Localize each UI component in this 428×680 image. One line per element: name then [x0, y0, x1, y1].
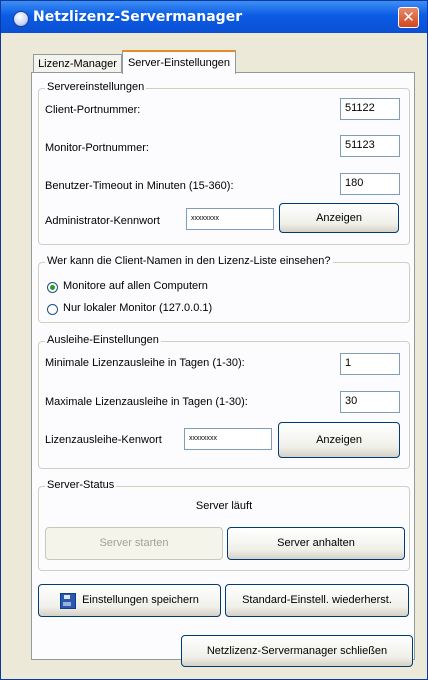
window-title: Netzlizenz-Servermanager — [33, 9, 243, 25]
radio-all-computers[interactable] — [47, 282, 58, 293]
loan-password-input[interactable]: xxxxxxxx — [184, 428, 272, 450]
client-names-legend: Wer kann die Client-Namen in den Lizenz-… — [45, 255, 333, 267]
server-status-text: Server läuft — [195, 500, 253, 512]
server-start-button[interactable]: Server starten — [45, 527, 223, 560]
loan-max-input[interactable]: 30 — [340, 391, 400, 413]
save-settings-button[interactable]: Einstellungen speichern — [38, 584, 221, 617]
timeout-input[interactable]: 180 — [340, 173, 400, 195]
tab-panel-server-einstellungen: Servereinstellungen Client-Portnummer: 5… — [31, 72, 415, 660]
close-icon[interactable]: ✕ — [398, 7, 419, 28]
admin-password-label: Administrator-Kennwort — [45, 215, 160, 227]
loan-password-show-button[interactable]: Anzeigen — [278, 422, 400, 458]
title-bar[interactable]: Netzlizenz-Servermanager ✕ — [1, 1, 427, 33]
radio-all-computers-label[interactable]: Monitore auf allen Computern — [63, 280, 208, 292]
client-port-label: Client-Portnummer: — [45, 104, 141, 116]
server-status-legend: Server-Status — [45, 479, 117, 491]
timeout-label: Benutzer-Timeout in Minuten (15-360): — [45, 180, 234, 192]
client-names-group: Wer kann die Client-Namen in den Lizenz-… — [38, 255, 410, 323]
loan-min-input[interactable]: 1 — [340, 353, 400, 375]
radio-local-monitor[interactable] — [47, 304, 58, 315]
loan-max-label: Maximale Lizenzausleihe in Tagen (1-30): — [45, 396, 248, 408]
save-icon — [60, 592, 77, 609]
app-window: Netzlizenz-Servermanager ✕ Lizenz-Manage… — [0, 0, 428, 680]
monitor-port-input[interactable]: 51123 — [340, 135, 400, 157]
save-settings-label: Einstellungen speichern — [82, 594, 199, 606]
server-settings-legend: Servereinstellungen — [45, 81, 147, 93]
tab-lizenz-manager[interactable]: Lizenz-Manager — [33, 54, 122, 73]
tab-strip: Lizenz-Manager Server-Einstellungen — [1, 33, 427, 74]
monitor-port-label: Monitor-Portnummer: — [45, 142, 149, 154]
admin-password-input[interactable]: xxxxxxxx — [186, 208, 274, 230]
server-settings-group: Servereinstellungen Client-Portnummer: 5… — [38, 81, 410, 245]
loan-settings-group: Ausleihe-Einstellungen Minimale Lizenzau… — [38, 334, 410, 469]
app-icon — [13, 11, 29, 27]
loan-password-label: Lizenzausleihe-Kenwort — [45, 434, 162, 446]
client-port-input[interactable]: 51122 — [340, 98, 400, 120]
server-stop-button[interactable]: Server anhalten — [227, 527, 405, 560]
server-status-group: Server-Status Server läuft Server starte… — [38, 479, 410, 571]
loan-settings-legend: Ausleihe-Einstellungen — [45, 334, 161, 346]
admin-password-show-button[interactable]: Anzeigen — [279, 203, 399, 233]
loan-min-label: Minimale Lizenzausleihe in Tagen (1-30): — [45, 357, 245, 369]
close-app-button[interactable]: Netzlizenz-Servermanager schließen — [181, 635, 413, 667]
radio-local-monitor-label[interactable]: Nur lokaler Monitor (127.0.0.1) — [63, 302, 212, 314]
tab-server-einstellungen[interactable]: Server-Einstellungen — [122, 50, 236, 74]
restore-defaults-button[interactable]: Standard-Einstell. wiederherst. — [225, 584, 409, 617]
